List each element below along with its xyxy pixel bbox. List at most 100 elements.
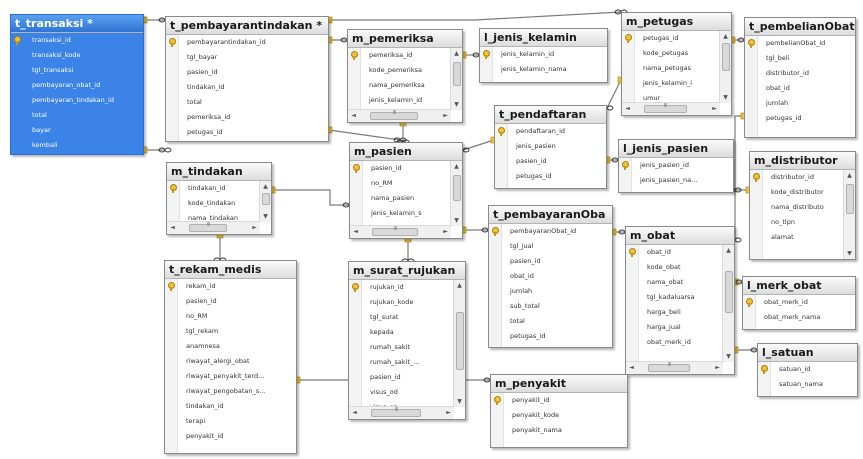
scroll-thumb[interactable] bbox=[725, 271, 733, 313]
column-row[interactable]: nama_obat bbox=[626, 275, 734, 290]
table-m_surat_rujukan[interactable]: m_surat_rujukan rujukan_id rujukan_kode tgl… bbox=[348, 261, 466, 420]
scroll-right-arrow-icon[interactable]: ► bbox=[249, 222, 260, 234]
column-row[interactable]: obat_merk_nama bbox=[743, 310, 855, 325]
column-row[interactable]: kembali bbox=[11, 138, 143, 153]
column-row[interactable]: penyakit_id bbox=[491, 393, 627, 408]
vertical-scrollbar[interactable]: ▲ ▼ bbox=[450, 48, 462, 110]
scroll-up-arrow-icon[interactable]: ▲ bbox=[720, 31, 731, 42]
column-row[interactable]: jumlah bbox=[489, 284, 612, 299]
column-row[interactable]: kode_tindakan bbox=[167, 196, 271, 211]
column-row[interactable]: tgl_kadaluarsa bbox=[626, 290, 734, 305]
column-row[interactable]: obat_id bbox=[745, 81, 855, 96]
column-row[interactable]: jenis_kelamin_i bbox=[622, 76, 731, 91]
scroll-down-arrow-icon[interactable]: ▼ bbox=[844, 248, 855, 259]
table-m_distributor[interactable]: m_distributor distributor_id kode_distribu… bbox=[749, 151, 856, 260]
column-row[interactable]: total bbox=[166, 95, 328, 110]
column-row[interactable]: nama_distributo bbox=[750, 200, 855, 215]
table-t_rekam_medis[interactable]: t_rekam_medis rekam_id pasien_id no_RM tgl_r… bbox=[164, 260, 297, 454]
column-row[interactable]: penyakit_nama bbox=[491, 423, 627, 438]
column-row[interactable]: distributor_id bbox=[750, 170, 855, 185]
table-title[interactable]: m_distributor bbox=[750, 152, 855, 170]
column-row[interactable]: riwayat_penyakit_terd... bbox=[165, 369, 296, 384]
relationship-t_pembayarantindakan-m_petugas[interactable] bbox=[329, 11, 622, 21]
column-row[interactable]: distributor_id bbox=[745, 66, 855, 81]
table-title[interactable]: m_pemeriksa bbox=[348, 30, 462, 48]
column-row[interactable]: tindakan_id bbox=[166, 80, 328, 95]
scroll-thumb[interactable] bbox=[372, 226, 418, 236]
column-row[interactable]: satuan_nama bbox=[758, 377, 857, 392]
table-title[interactable]: t_transaksi * bbox=[11, 15, 143, 33]
horizontal-scrollbar[interactable]: ◄► bbox=[622, 102, 720, 115]
column-row[interactable]: jumlah bbox=[745, 96, 855, 111]
table-t_transaksi[interactable]: t_transaksi * transaksi_id transaksi_kode t… bbox=[10, 14, 144, 155]
vertical-scrollbar[interactable]: ▲ ▼ bbox=[259, 181, 271, 222]
table-t_pembayaranObat[interactable]: t_pembayaranOba pembayaranObat_id tgl_jual… bbox=[488, 205, 613, 348]
vertical-scrollbar[interactable]: ▲ ▼ bbox=[450, 161, 462, 226]
scroll-up-arrow-icon[interactable]: ▲ bbox=[454, 280, 465, 291]
column-row[interactable]: petugas_id bbox=[489, 329, 612, 344]
column-row[interactable]: penyakit_id bbox=[165, 429, 296, 444]
column-row[interactable]: no_RM bbox=[165, 309, 296, 324]
column-row[interactable]: jenis_kelamin_id bbox=[480, 47, 607, 62]
scroll-thumb[interactable] bbox=[370, 110, 418, 120]
column-row[interactable]: petugas_id bbox=[495, 169, 606, 184]
table-title[interactable]: l_satuan bbox=[758, 344, 857, 362]
scroll-right-arrow-icon[interactable]: ► bbox=[709, 103, 720, 115]
column-row[interactable]: tgl_rekam bbox=[165, 324, 296, 339]
column-row[interactable]: petugas_id bbox=[745, 111, 855, 126]
column-row[interactable]: rumah_sakit bbox=[349, 340, 465, 355]
column-row[interactable]: tgl_jual bbox=[489, 239, 612, 254]
column-row[interactable]: bayar bbox=[11, 123, 143, 138]
column-row[interactable]: rekam_id bbox=[165, 279, 296, 294]
column-row[interactable]: jenis_kelamin_s bbox=[350, 206, 462, 221]
table-title[interactable]: m_penyakit bbox=[491, 375, 627, 393]
vertical-scrollbar[interactable]: ▲ ▼ bbox=[453, 280, 465, 407]
column-row[interactable]: obat_id bbox=[489, 269, 612, 284]
table-l_jenis_kelamin[interactable]: l_jenis_kelamin jenis_kelamin_id jenis_kel… bbox=[479, 28, 608, 83]
table-title[interactable]: t_rekam_medis bbox=[165, 261, 296, 279]
column-row[interactable]: pasien_id bbox=[349, 370, 465, 385]
column-row[interactable]: visus_od bbox=[349, 385, 465, 400]
column-row[interactable]: transaksi_id bbox=[11, 33, 143, 48]
column-row[interactable]: rujukan_kode bbox=[349, 295, 465, 310]
horizontal-scrollbar[interactable]: ◄► bbox=[167, 221, 260, 234]
vertical-scrollbar[interactable]: ▲ ▼ bbox=[843, 170, 855, 259]
column-row[interactable]: riwayat_pengobatan_s... bbox=[165, 384, 296, 399]
column-row[interactable]: transaksi_kode bbox=[11, 48, 143, 63]
scroll-down-arrow-icon[interactable]: ▼ bbox=[454, 396, 465, 407]
column-row[interactable]: pasien_id bbox=[165, 294, 296, 309]
column-row[interactable]: sub_total bbox=[489, 299, 612, 314]
scroll-right-arrow-icon[interactable]: ► bbox=[443, 407, 454, 419]
column-row[interactable]: obat_merk_id bbox=[626, 335, 734, 350]
scroll-left-arrow-icon[interactable]: ◄ bbox=[622, 103, 633, 115]
column-row[interactable]: kode_obat bbox=[626, 260, 734, 275]
column-row[interactable]: penyakit_kode bbox=[491, 408, 627, 423]
column-row[interactable]: tindakan_id bbox=[167, 181, 271, 196]
column-row[interactable]: pasien_id bbox=[489, 254, 612, 269]
table-title[interactable]: t_pembayarantindakan * bbox=[166, 17, 328, 35]
column-row[interactable]: no_RM bbox=[350, 176, 462, 191]
column-row[interactable]: petugas_id bbox=[166, 125, 328, 140]
horizontal-scrollbar[interactable]: ◄► bbox=[349, 406, 454, 419]
scroll-left-arrow-icon[interactable]: ◄ bbox=[349, 407, 360, 419]
diagram-canvas[interactable]: t_transaksi * transaksi_id transaksi_kodet… bbox=[0, 0, 863, 459]
scroll-left-arrow-icon[interactable]: ◄ bbox=[348, 110, 359, 122]
column-row[interactable]: tgl_surat bbox=[349, 310, 465, 325]
scroll-thumb[interactable] bbox=[456, 312, 464, 370]
column-row[interactable]: pembayaran_obat_id bbox=[11, 78, 143, 93]
scroll-thumb[interactable] bbox=[648, 362, 690, 372]
scroll-up-arrow-icon[interactable]: ▲ bbox=[260, 181, 271, 192]
column-row[interactable]: jenis_pasien_na... bbox=[619, 173, 733, 188]
column-row[interactable]: kepada bbox=[349, 325, 465, 340]
relationship-t_pembayarantindakan-m_pasien[interactable] bbox=[328, 129, 401, 141]
horizontal-scrollbar[interactable]: ◄► bbox=[350, 225, 451, 238]
column-row[interactable]: alamat bbox=[750, 230, 855, 245]
scroll-thumb[interactable] bbox=[453, 62, 461, 86]
column-row[interactable]: riwayat_alergi_obat bbox=[165, 354, 296, 369]
column-row[interactable]: terapi bbox=[165, 414, 296, 429]
table-t_pembelianObat[interactable]: t_pembelianObat pembelianObat_id tgl_beli d… bbox=[744, 17, 856, 138]
scroll-up-arrow-icon[interactable]: ▲ bbox=[451, 161, 462, 172]
vertical-scrollbar[interactable]: ▲ ▼ bbox=[722, 245, 734, 362]
column-row[interactable]: pembelianObat_id bbox=[745, 36, 855, 51]
column-row[interactable]: pembayaranObat_id bbox=[489, 224, 612, 239]
